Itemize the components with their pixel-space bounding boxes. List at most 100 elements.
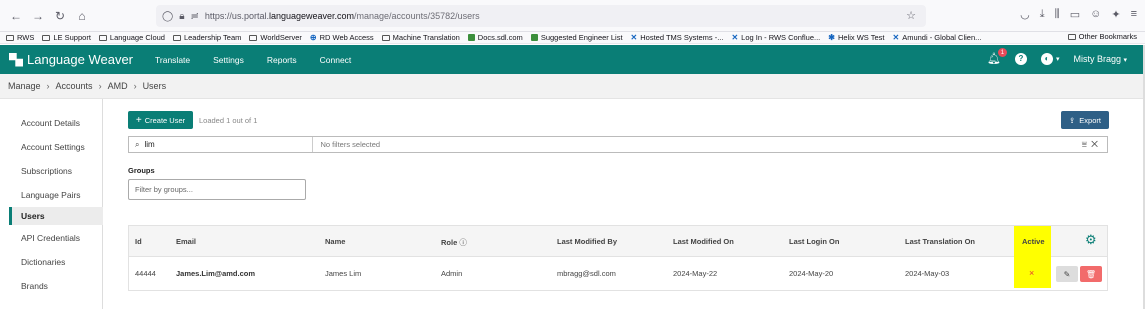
sidebar-item-api-credentials[interactable]: API Credentials: [21, 233, 80, 243]
groups-label: Groups: [128, 166, 155, 175]
browser-toolbar: ← → ↻ ⌂ ◯ 🔒︎ ≓ https://us.portal. languag…: [0, 0, 1145, 32]
breadcrumb-manage[interactable]: Manage: [8, 81, 41, 91]
home-icon[interactable]: ⌂: [74, 8, 90, 24]
notifications-bell-icon[interactable]: 🔔︎ 1: [987, 48, 1007, 65]
confluence-icon: ✕: [892, 33, 900, 42]
breadcrumb-accounts[interactable]: Accounts: [56, 81, 93, 91]
sidebar-item-dictionaries[interactable]: Dictionaries: [21, 257, 65, 267]
language-menu[interactable]: ◐ ▾: [1040, 52, 1060, 65]
cell-email: James.Lim@amd.com: [176, 269, 256, 278]
bookmark-item[interactable]: WorldServer: [249, 33, 302, 42]
help-icon[interactable]: ?: [1014, 52, 1027, 65]
reload-icon[interactable]: ↻: [52, 8, 68, 24]
confluence-icon: ✕: [731, 33, 739, 42]
filters-input[interactable]: No filters selected: [320, 140, 380, 149]
sidebar-icon[interactable]: ▭: [1070, 8, 1080, 21]
downloads-icon[interactable]: ⤓: [1040, 8, 1045, 21]
cell-last-modified-on: 2024-May-22: [673, 269, 718, 278]
chevron-down-icon: ▾: [1123, 56, 1127, 64]
bookmark-item[interactable]: ✱ Helix WS Test: [828, 33, 884, 42]
inactive-x-icon: ×: [1029, 268, 1035, 278]
filter-icon[interactable]: ⩸: [1082, 139, 1091, 149]
edit-button[interactable]: ✎: [1056, 266, 1078, 282]
create-user-button[interactable]: + Create User: [128, 111, 193, 129]
clear-icon[interactable]: ✕: [1091, 139, 1102, 149]
col-name[interactable]: Name: [325, 237, 345, 246]
back-icon[interactable]: ←: [8, 8, 24, 24]
library-icon[interactable]: ⫼: [1055, 8, 1060, 21]
bookmark-item[interactable]: LE Support: [42, 33, 91, 42]
chevron-down-icon: ▾: [1055, 55, 1060, 63]
extensions-icon[interactable]: ✦: [1111, 8, 1120, 21]
url-host: languageweaver.com: [268, 11, 355, 21]
globe-icon: ⊕: [309, 33, 317, 42]
menu-connect[interactable]: Connect: [320, 55, 352, 65]
delete-button[interactable]: 🗑︎: [1080, 266, 1102, 282]
col-last-login-on[interactable]: Last Login On: [789, 237, 839, 246]
bookmark-item[interactable]: Machine Translation: [381, 33, 460, 42]
bookmark-item[interactable]: RWS: [6, 33, 34, 42]
bookmark-item[interactable]: Suggested Engineer List: [530, 33, 623, 42]
bookmark-item[interactable]: ✕ Log In - RWS Conflue...: [731, 33, 820, 42]
folder-icon: [1067, 33, 1076, 40]
user-menu[interactable]: Misty Bragg ▾: [1073, 54, 1127, 64]
other-bookmarks[interactable]: Other Bookmarks: [1067, 32, 1137, 41]
brand-logo[interactable]: Language Weaver: [9, 52, 133, 67]
main-menu: Translate Settings Reports Connect: [155, 55, 374, 65]
menu-reports[interactable]: Reports: [267, 55, 297, 65]
export-button[interactable]: ⇪ Export: [1061, 111, 1109, 129]
col-email[interactable]: Email: [176, 237, 196, 246]
cell-name: James Lim: [325, 269, 362, 278]
account-icon[interactable]: ☺: [1090, 8, 1101, 21]
sidebar-item-brands[interactable]: Brands: [21, 281, 48, 291]
pocket-icon[interactable]: ◡: [1020, 8, 1030, 21]
lock-icon: 🔒︎: [179, 10, 185, 22]
breadcrumb: Manage › Accounts › AMD › Users: [0, 74, 1145, 99]
bookmark-item[interactable]: ⊕ RD Web Access: [310, 33, 374, 42]
col-role[interactable]: Role ⓘ: [441, 237, 467, 248]
bookmark-item[interactable]: ✕ Amundi - Global Clien...: [893, 33, 982, 42]
col-last-modified-by[interactable]: Last Modified By: [557, 237, 617, 246]
bookmark-item[interactable]: Leadership Team: [172, 33, 241, 42]
col-last-modified-on[interactable]: Last Modified On: [673, 237, 734, 246]
bookmark-item[interactable]: Language Cloud: [98, 33, 165, 42]
col-active[interactable]: Active: [1022, 237, 1045, 246]
column-settings-gear-icon[interactable]: ⚙: [1085, 233, 1098, 246]
notification-badge: 1: [997, 48, 1007, 57]
brand-name: Language Weaver: [27, 52, 134, 67]
plus-icon: +: [135, 114, 142, 126]
search-input[interactable]: lim: [144, 140, 312, 149]
chevron-right-icon: ›: [98, 81, 102, 91]
breadcrumb-amd[interactable]: AMD: [108, 81, 128, 91]
cell-role: Admin: [441, 269, 463, 278]
search-bar: ⌕ lim No filters selected ⩸✕: [128, 136, 1108, 153]
col-last-translation-on[interactable]: Last Translation On: [905, 237, 975, 246]
menu-translate[interactable]: Translate: [155, 55, 190, 65]
sidebar-item-users[interactable]: Users: [21, 211, 45, 221]
info-icon: ⓘ: [459, 238, 467, 247]
cell-last-modified-by: mbragg@sdl.com: [557, 269, 616, 278]
app-header: Language Weaver Translate Settings Repor…: [0, 45, 1145, 74]
forward-icon[interactable]: →: [30, 8, 46, 24]
sidebar-item-subscriptions[interactable]: Subscriptions: [21, 166, 72, 176]
folder-icon: [42, 34, 51, 41]
bookmark-item[interactable]: Docs.sdl.com: [467, 33, 523, 42]
col-id[interactable]: Id: [135, 237, 142, 246]
docs-icon: [467, 34, 475, 41]
cell-id: 44444: [135, 269, 156, 278]
menu-icon[interactable]: ≡: [1131, 8, 1137, 21]
logo-mark-icon: [9, 52, 23, 67]
bookmark-star-icon[interactable]: ☆: [906, 9, 916, 22]
folder-icon: [381, 34, 390, 41]
bookmark-item[interactable]: ✕ Hosted TMS Systems -...: [631, 33, 724, 42]
folder-icon: [98, 34, 107, 41]
browser-tools: ◡ ⤓ ⫼ ▭ ☺ ✦ ≡: [1020, 8, 1137, 21]
sidebar-item-account-details[interactable]: Account Details: [21, 118, 80, 128]
groups-filter-input[interactable]: Filter by groups...: [128, 179, 306, 200]
url-bar[interactable]: ◯ 🔒︎ ≓ https://us.portal. languageweaver.…: [156, 5, 926, 27]
sidebar-item-account-settings[interactable]: Account Settings: [21, 142, 85, 152]
folder-icon: [172, 34, 181, 41]
sidebar-item-language-pairs[interactable]: Language Pairs: [21, 190, 81, 200]
users-table: Id Email Name Role ⓘ Last Modified By La…: [128, 225, 1108, 291]
menu-settings[interactable]: Settings: [213, 55, 244, 65]
